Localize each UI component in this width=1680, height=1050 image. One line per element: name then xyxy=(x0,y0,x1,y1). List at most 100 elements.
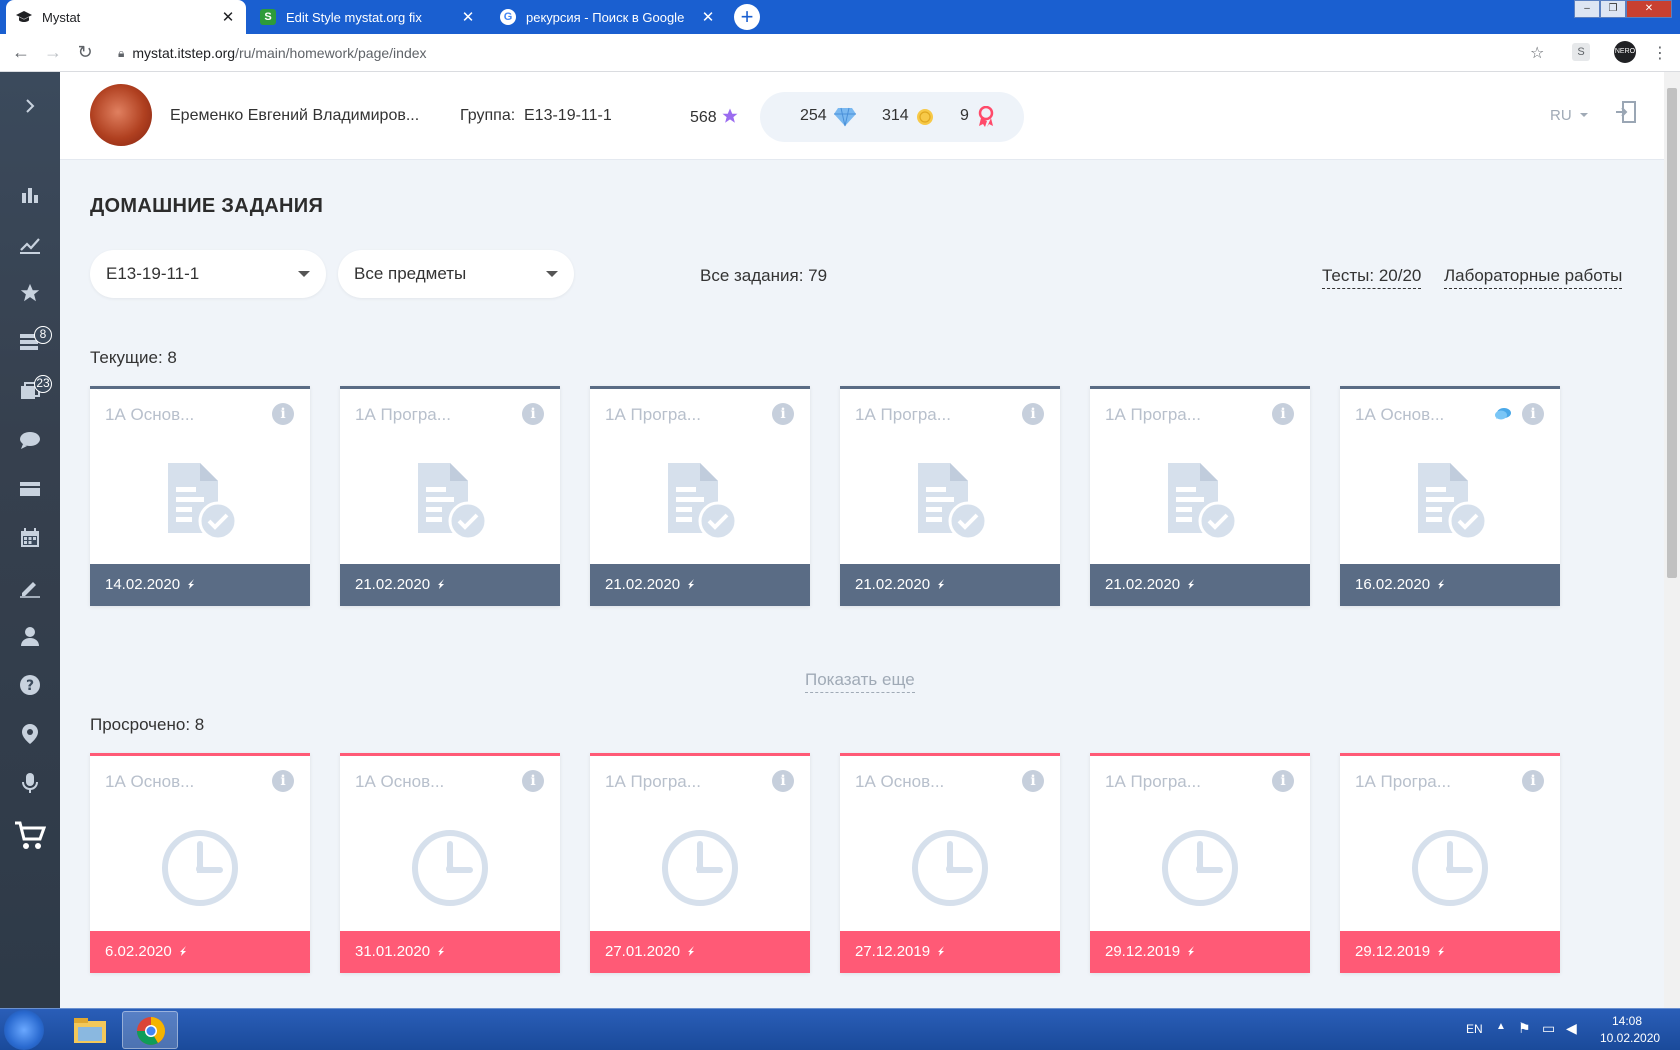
upload-arrow-icon[interactable] xyxy=(1430,576,1448,593)
comment-bubble-icon[interactable] xyxy=(1494,407,1512,426)
calendar-icon[interactable] xyxy=(0,518,60,558)
tray-time[interactable]: 14:08 xyxy=(1612,1014,1642,1028)
assignments-icon[interactable]: 23 xyxy=(0,371,60,411)
labs-link[interactable]: Лабораторные работы xyxy=(1444,266,1623,289)
expand-chevron-icon[interactable] xyxy=(0,86,60,126)
upload-arrow-icon[interactable] xyxy=(180,576,198,593)
new-tab-button[interactable]: + xyxy=(734,4,760,30)
close-icon[interactable]: ✕ xyxy=(700,8,716,26)
forward-arrow-icon[interactable]: → xyxy=(42,42,64,63)
user-name[interactable]: Еременко Евгений Владимиров... xyxy=(170,107,419,125)
card-date: 29.12.2019 xyxy=(1355,943,1431,960)
info-icon[interactable]: i xyxy=(1022,403,1044,425)
info-icon[interactable]: i xyxy=(1022,770,1044,792)
tray-date[interactable]: 10.02.2020 xyxy=(1600,1031,1660,1045)
star-icon[interactable] xyxy=(0,273,60,313)
upload-arrow-icon[interactable] xyxy=(680,576,698,593)
tray-language[interactable]: EN xyxy=(1466,1022,1483,1036)
maximize-button[interactable]: ❐ xyxy=(1600,0,1626,18)
close-icon[interactable]: ✕ xyxy=(220,8,236,26)
info-icon[interactable]: i xyxy=(272,770,294,792)
info-icon[interactable]: i xyxy=(1522,403,1544,425)
news-icon[interactable] xyxy=(0,469,60,509)
assignments-badge: 23 xyxy=(34,375,52,393)
close-icon[interactable]: ✕ xyxy=(460,8,476,26)
back-arrow-icon[interactable]: ← xyxy=(10,42,32,63)
map-pin-icon[interactable] xyxy=(0,714,60,754)
pencil-icon[interactable] xyxy=(0,567,60,607)
user-icon[interactable] xyxy=(0,616,60,656)
upload-arrow-icon[interactable] xyxy=(1180,943,1198,960)
info-icon[interactable]: i xyxy=(772,403,794,425)
upload-arrow-icon[interactable] xyxy=(680,943,698,960)
chat-bubble-icon[interactable] xyxy=(0,420,60,460)
homework-card[interactable]: 1А Програ... i 27.01.2020 xyxy=(590,753,810,973)
logout-icon[interactable] xyxy=(1615,100,1637,130)
scrollbar-thumb[interactable] xyxy=(1667,88,1677,578)
minimize-button[interactable]: – xyxy=(1574,0,1600,18)
reload-icon[interactable]: ↻ xyxy=(74,42,96,63)
homework-card[interactable]: 1А Програ... i 21.02.2020 xyxy=(1090,386,1310,606)
upload-arrow-icon[interactable] xyxy=(930,576,948,593)
homework-card[interactable]: 1А Основ... i 27.12.2019 xyxy=(840,753,1060,973)
file-explorer-icon[interactable] xyxy=(62,1011,118,1049)
homework-card[interactable]: 1А Програ... i 21.02.2020 xyxy=(590,386,810,606)
upload-arrow-icon[interactable] xyxy=(430,576,448,593)
info-icon[interactable]: i xyxy=(1272,403,1294,425)
tray-up-arrow-icon[interactable]: ▲ xyxy=(1496,1021,1506,1032)
help-icon[interactable]: ? xyxy=(0,665,60,705)
tab-google[interactable]: G рекурсия - Поиск в Google ✕ xyxy=(490,0,726,34)
homework-list-icon[interactable]: 8 xyxy=(0,322,60,362)
card-subject: 1А Програ... xyxy=(1105,405,1201,424)
info-icon[interactable]: i xyxy=(272,403,294,425)
tab-edit-style[interactable]: S Edit Style mystat.org fix ✕ xyxy=(250,0,486,34)
bar-chart-icon[interactable] xyxy=(0,175,60,215)
info-icon[interactable]: i xyxy=(522,403,544,425)
card-footer: 29.12.2019 xyxy=(1340,931,1560,973)
subject-select[interactable]: Все предметы xyxy=(338,250,574,298)
tests-link[interactable]: Тесты: 20/20 xyxy=(1322,266,1422,289)
homework-page: ДОМАШНИЕ ЗАДАНИЯ Е13-19-11-1 Все предмет… xyxy=(60,160,1664,1008)
action-center-flag-icon[interactable]: ⚑ xyxy=(1518,1020,1531,1037)
windows-start-button[interactable] xyxy=(4,1010,44,1050)
homework-card[interactable]: 1А Програ... i 29.12.2019 xyxy=(1090,753,1310,973)
show-more-link[interactable]: Показать еще xyxy=(805,670,915,693)
homework-card[interactable]: 1А Основ... i 14.02.2020 xyxy=(90,386,310,606)
purple-star-icon xyxy=(722,108,738,123)
language-select[interactable]: RU xyxy=(1550,107,1588,124)
avatar[interactable] xyxy=(90,84,152,146)
homework-card[interactable]: 1А Основ... i 16.02.2020 xyxy=(1340,386,1560,606)
profile-header: Еременко Евгений Владимиров... Группа: Е… xyxy=(60,72,1664,160)
shopping-cart-icon[interactable] xyxy=(0,816,60,856)
stylus-extension-icon[interactable]: S xyxy=(1572,43,1590,61)
upload-arrow-icon[interactable] xyxy=(930,943,948,960)
network-icon[interactable]: ▭ xyxy=(1542,1020,1555,1037)
homework-card[interactable]: 1А Програ... i 29.12.2019 xyxy=(1340,753,1560,973)
homework-card[interactable]: 1А Основ... i 6.02.2020 xyxy=(90,753,310,973)
volume-icon[interactable]: ◀ xyxy=(1566,1020,1577,1037)
homework-card[interactable]: 1А Основ... i 31.01.2020 xyxy=(340,753,560,973)
tab-mystat[interactable]: Mystat ✕ xyxy=(6,0,246,34)
upload-arrow-icon[interactable] xyxy=(430,943,448,960)
microphone-icon[interactable] xyxy=(0,763,60,803)
address-bar[interactable]: 🔒︎ mystat.itstep.org/ru/main/homework/pa… xyxy=(110,39,1550,67)
group-select[interactable]: Е13-19-11-1 xyxy=(90,250,326,298)
line-chart-icon[interactable] xyxy=(0,224,60,264)
bookmark-star-icon[interactable]: ☆ xyxy=(1530,43,1544,63)
window-close-button[interactable]: ✕ xyxy=(1626,0,1672,18)
chrome-taskbar-icon[interactable] xyxy=(122,1011,178,1049)
homework-card[interactable]: 1А Програ... i 21.02.2020 xyxy=(340,386,560,606)
upload-arrow-icon[interactable] xyxy=(1180,576,1198,593)
scrollbar[interactable] xyxy=(1664,72,1680,1008)
info-icon[interactable]: i xyxy=(1272,770,1294,792)
upload-arrow-icon[interactable] xyxy=(172,943,190,960)
menu-dots-icon[interactable]: ⋮ xyxy=(1652,43,1668,63)
nero-extension-icon[interactable]: NERO xyxy=(1614,41,1636,63)
homework-card[interactable]: 1А Програ... i 21.02.2020 xyxy=(840,386,1060,606)
stars-value: 568 xyxy=(690,109,717,126)
info-icon[interactable]: i xyxy=(522,770,544,792)
upload-arrow-icon[interactable] xyxy=(1430,943,1448,960)
group-value: Е13-19-11-1 xyxy=(524,107,612,124)
info-icon[interactable]: i xyxy=(1522,770,1544,792)
info-icon[interactable]: i xyxy=(772,770,794,792)
